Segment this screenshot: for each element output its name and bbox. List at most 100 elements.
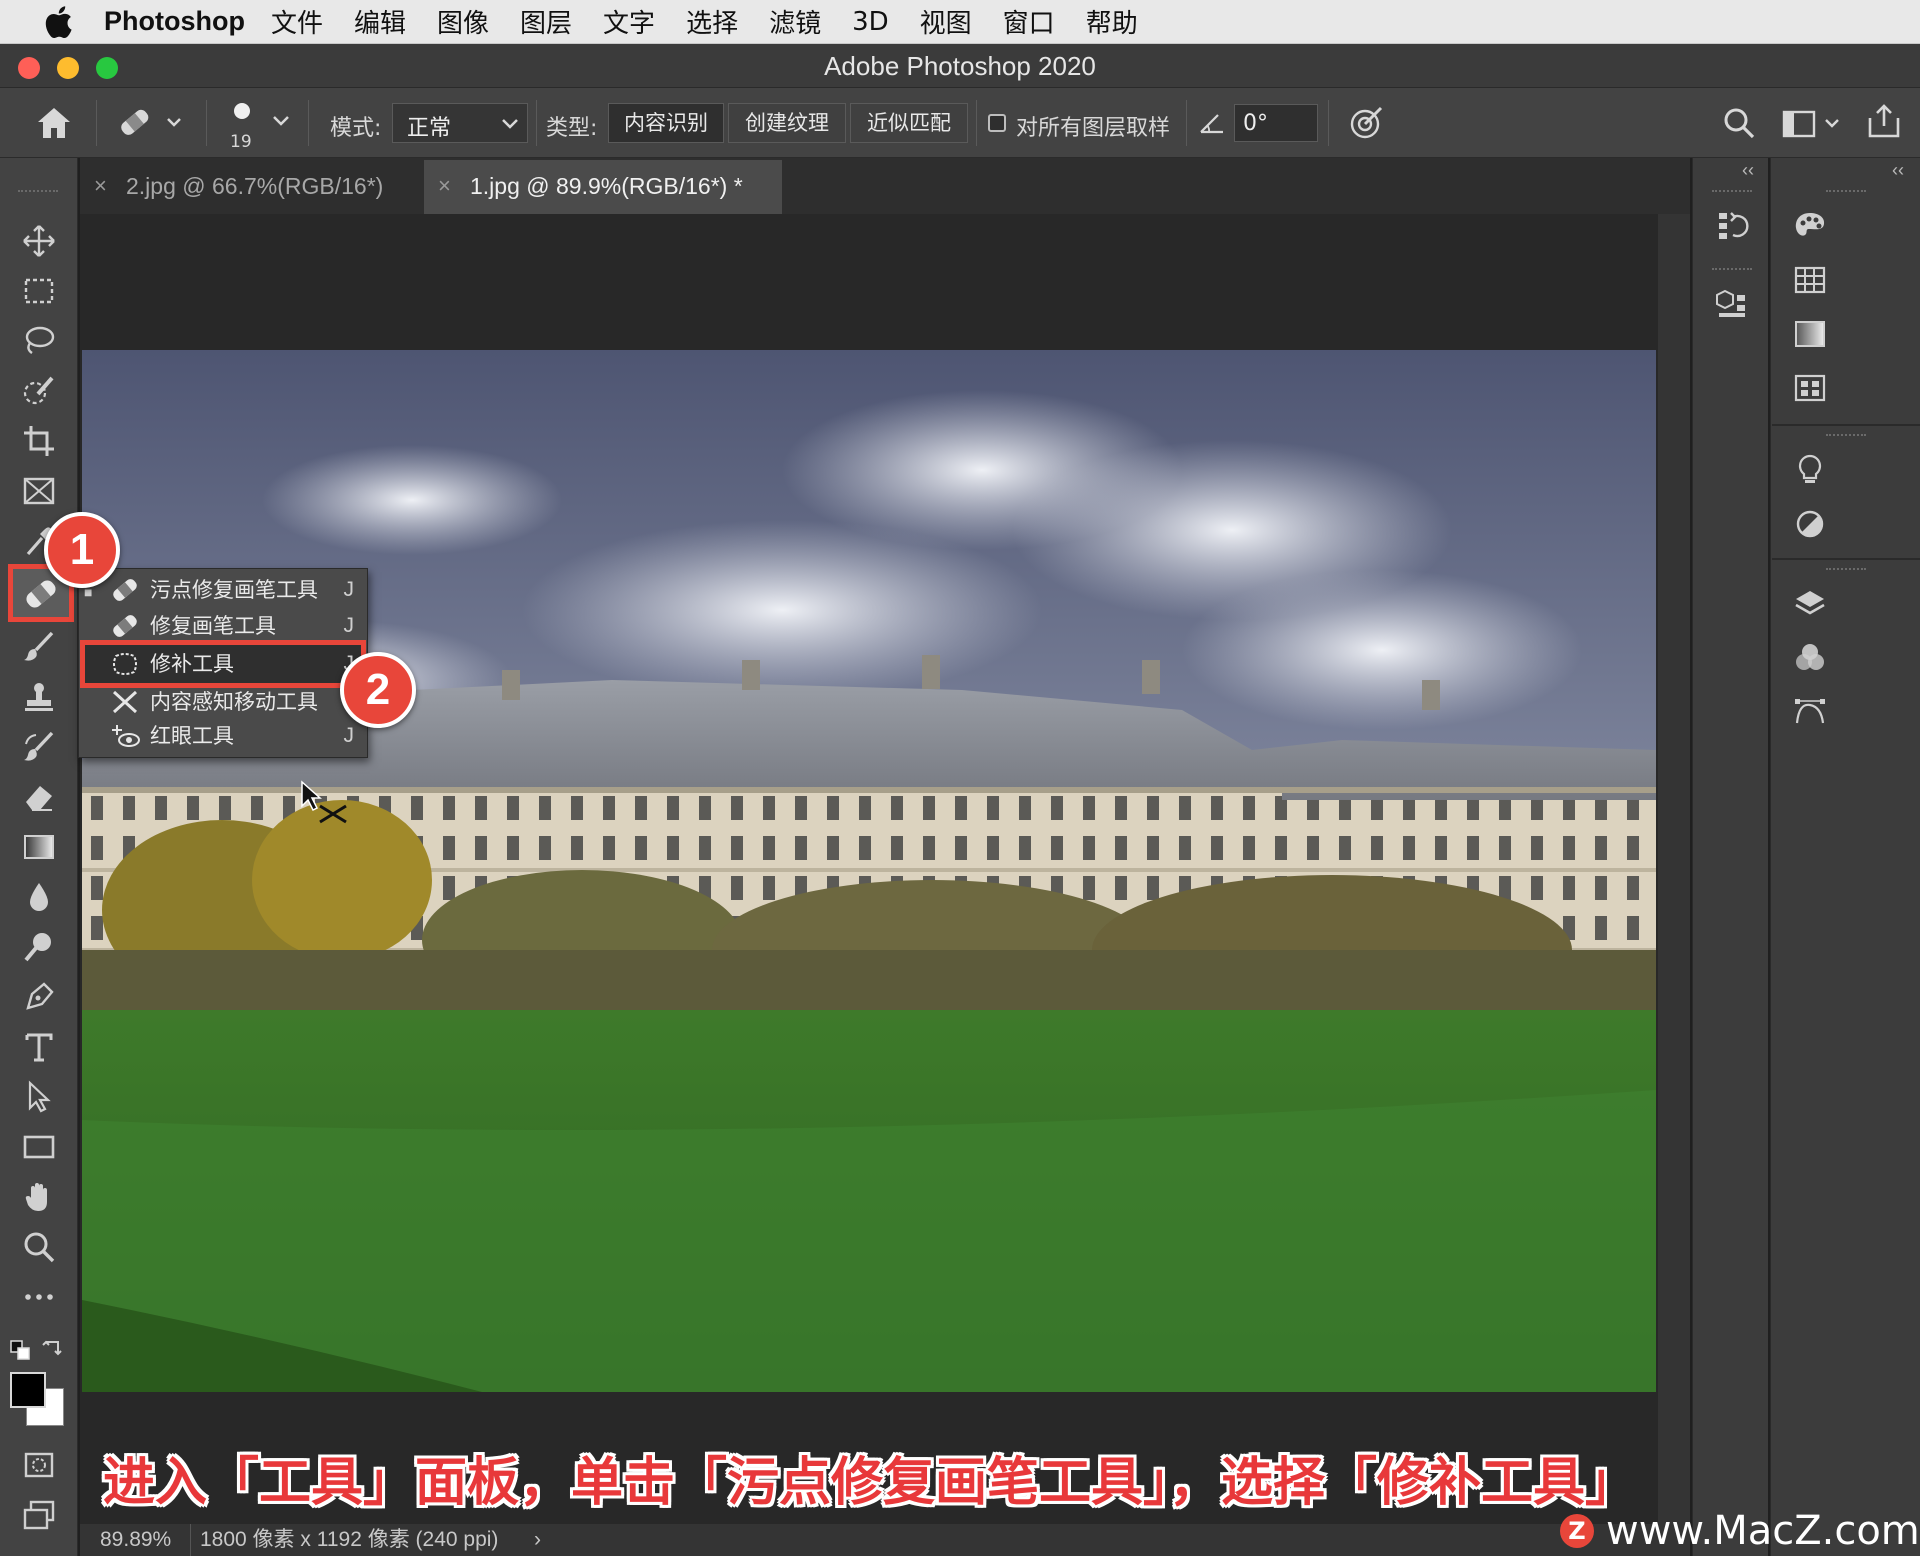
step-badge-1: 1 [44, 512, 120, 588]
zoom-tool-icon[interactable] [18, 1226, 60, 1268]
foreground-color-swatch[interactable] [10, 1372, 46, 1408]
panel-grip[interactable] [18, 190, 58, 192]
status-menu-arrow[interactable]: › [534, 1524, 541, 1556]
menu-type[interactable]: 文字 [603, 3, 655, 40]
tab-1-jpg[interactable]: × 1.jpg @ 89.9%(RGB/16*) * [424, 160, 782, 214]
screen-mode-icon[interactable] [18, 1494, 60, 1536]
panel-grip[interactable] [1826, 190, 1866, 192]
learn-panel-icon[interactable] [1790, 450, 1830, 490]
menu-3d[interactable]: 3D [852, 7, 889, 37]
type-label: 类型: [546, 116, 598, 141]
tab-2-jpg[interactable]: × 2.jpg @ 66.7%(RGB/16*) [80, 160, 422, 214]
collapse-dock-icon[interactable]: ‹‹ [1742, 160, 1754, 181]
type-tool-icon[interactable] [18, 1026, 60, 1068]
quick-selection-tool-icon[interactable] [18, 370, 60, 412]
create-texture-button[interactable]: 创建纹理 [728, 103, 846, 143]
menu-filter[interactable]: 滤镜 [769, 3, 821, 40]
close-tab-icon[interactable]: × [438, 160, 451, 212]
marquee-tool-icon[interactable] [18, 270, 60, 312]
pen-tool-icon[interactable] [18, 976, 60, 1018]
close-tab-icon[interactable]: × [94, 160, 107, 212]
mode-select[interactable]: 正常 [392, 103, 528, 143]
quick-mask-icon[interactable] [18, 1444, 60, 1486]
menu-app-name[interactable]: Photoshop [104, 6, 245, 37]
rectangle-tool-icon[interactable] [18, 1126, 60, 1168]
proximity-match-button[interactable]: 近似匹配 [850, 103, 968, 143]
zoom-level[interactable]: 89.89% [100, 1524, 171, 1556]
menu-image[interactable]: 图像 [437, 3, 489, 40]
panel-grip[interactable] [1826, 434, 1866, 436]
mac-menubar: Photoshop 文件 编辑 图像 图层 文字 选择 滤镜 3D 视图 窗口 … [0, 0, 1920, 44]
channels-panel-icon[interactable] [1790, 638, 1830, 678]
panel-grip[interactable] [1826, 568, 1866, 570]
hand-tool-icon[interactable] [18, 1176, 60, 1218]
menu-view[interactable]: 视图 [920, 3, 972, 40]
dodge-tool-icon[interactable] [18, 926, 60, 968]
layers-panel-icon[interactable] [1790, 584, 1830, 624]
default-colors-icon[interactable] [10, 1340, 32, 1367]
crop-tool-icon[interactable] [18, 420, 60, 462]
flyout-item-patch[interactable]: 修补工具 J [108, 646, 358, 682]
gradient-tool-icon[interactable] [18, 826, 60, 868]
apple-icon[interactable] [38, 0, 78, 44]
tool-preset-picker[interactable] [116, 104, 186, 147]
tab-label: 1.jpg @ 89.9%(RGB/16*) * [470, 173, 743, 199]
move-tool-icon[interactable] [18, 220, 60, 262]
color-panel-icon[interactable] [1790, 206, 1830, 246]
frame-tool-icon[interactable] [18, 470, 60, 512]
blur-tool-icon[interactable] [18, 876, 60, 918]
menu-window[interactable]: 窗口 [1003, 3, 1055, 40]
flyout-item-spot-healing[interactable]: 污点修复画笔工具 J [108, 572, 358, 608]
flyout-item-label: 修补工具 [150, 652, 234, 676]
brush-size-value: 19 [230, 132, 252, 152]
sample-all-layers-checkbox[interactable] [988, 114, 1006, 132]
flyout-item-label: 修复画笔工具 [150, 614, 276, 638]
search-icon[interactable] [1722, 106, 1756, 145]
menu-layer[interactable]: 图层 [520, 3, 572, 40]
swap-colors-icon[interactable] [40, 1338, 64, 1367]
swatches-panel-icon[interactable] [1790, 260, 1830, 300]
workspace-icon[interactable] [1782, 108, 1842, 145]
flyout-item-label: 污点修复画笔工具 [150, 578, 318, 602]
vertical-scrollbar[interactable] [1658, 214, 1690, 1524]
chevron-down-icon[interactable] [272, 114, 290, 132]
panel-grip[interactable] [1712, 190, 1752, 192]
status-bar: 89.89% 1800 像素 x 1192 像素 (240 ppi) › [80, 1524, 1690, 1556]
home-icon[interactable] [34, 104, 74, 147]
flyout-item-content-aware-move[interactable]: 内容感知移动工具 J [108, 684, 358, 720]
flyout-item-shortcut: J [343, 614, 355, 637]
eraser-tool-icon[interactable] [18, 776, 60, 818]
pressure-icon[interactable] [1348, 104, 1386, 147]
panel-grip[interactable] [1712, 268, 1752, 270]
gradients-panel-icon[interactable] [1790, 314, 1830, 354]
flyout-item-label: 红眼工具 [150, 724, 234, 748]
history-panel-icon[interactable] [1712, 206, 1752, 246]
menu-select[interactable]: 选择 [686, 3, 738, 40]
clone-stamp-tool-icon[interactable] [18, 676, 60, 718]
menu-edit[interactable]: 编辑 [354, 3, 406, 40]
brush-preview-icon[interactable] [234, 103, 250, 119]
tab-label: 2.jpg @ 66.7%(RGB/16*) [126, 173, 384, 199]
flyout-item-red-eye[interactable]: 红眼工具 J [108, 718, 358, 754]
flyout-item-shortcut: J [343, 724, 355, 747]
path-selection-tool-icon[interactable] [18, 1076, 60, 1118]
document-info: 1800 像素 x 1192 像素 (240 ppi) [200, 1528, 499, 1551]
menu-help[interactable]: 帮助 [1086, 3, 1138, 40]
flyout-item-healing-brush[interactable]: 修复画笔工具 J [108, 608, 358, 644]
menu-file[interactable]: 文件 [271, 3, 323, 40]
angle-input[interactable]: 0° [1234, 104, 1318, 142]
document-canvas-image[interactable] [82, 350, 1656, 1392]
collapse-dock-icon[interactable]: ‹‹ [1892, 160, 1904, 181]
history-brush-tool-icon[interactable] [18, 726, 60, 768]
more-tools-icon[interactable] [18, 1276, 60, 1318]
content-aware-button[interactable]: 内容识别 [608, 103, 724, 143]
sample-all-layers-label: 对所有图层取样 [1016, 116, 1171, 141]
3d-panel-icon[interactable] [1712, 284, 1752, 324]
patterns-panel-icon[interactable] [1790, 368, 1830, 408]
step-badge-2: 2 [340, 652, 416, 728]
brush-tool-icon[interactable] [18, 626, 60, 668]
lasso-tool-icon[interactable] [18, 320, 60, 362]
paths-panel-icon[interactable] [1790, 692, 1830, 732]
share-icon[interactable] [1866, 102, 1902, 145]
adjustments-panel-icon[interactable] [1790, 504, 1830, 544]
